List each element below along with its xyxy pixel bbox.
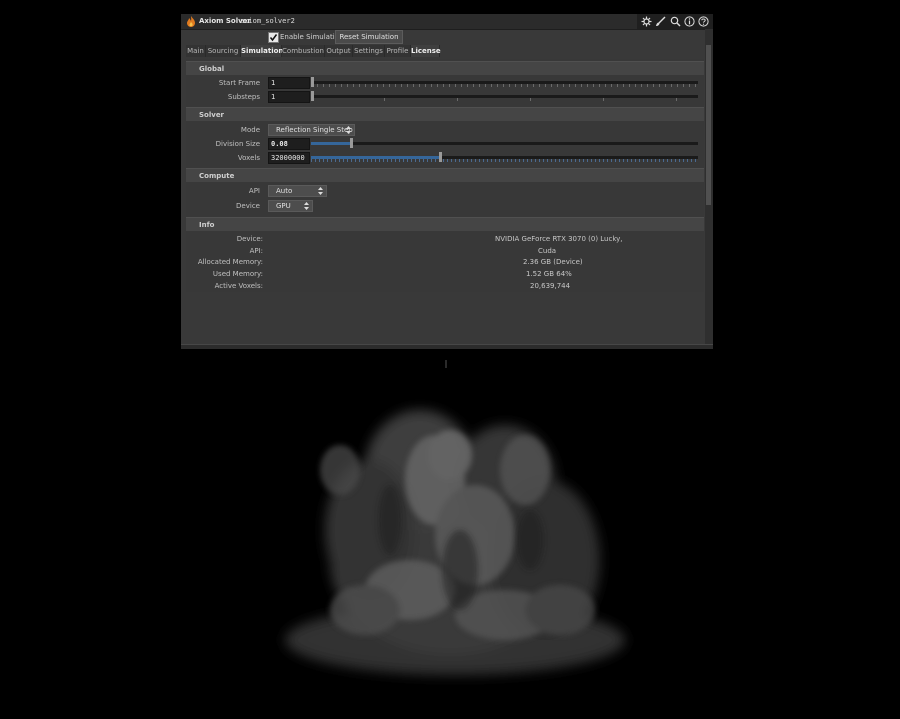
mode-dropdown[interactable]: Reflection Single Step bbox=[268, 124, 355, 136]
slider-ticks bbox=[311, 159, 698, 162]
substeps-field[interactable]: 1 bbox=[268, 91, 310, 103]
tab-main[interactable]: Main bbox=[186, 45, 206, 57]
slider-ticks bbox=[311, 98, 698, 101]
solver-section-header[interactable]: Solver bbox=[186, 107, 704, 121]
solver-section-title: Solver bbox=[199, 111, 225, 119]
gear-icon[interactable] bbox=[641, 16, 652, 27]
tab-combustion[interactable]: Combustion bbox=[282, 45, 325, 57]
api-value: Auto bbox=[276, 187, 293, 195]
reset-simulation-button[interactable]: Reset Simulation bbox=[335, 30, 403, 44]
device-dropdown[interactable]: GPU bbox=[268, 200, 313, 212]
updown-arrows-icon bbox=[318, 187, 323, 195]
node-name-field[interactable]: axiom_solver2 bbox=[240, 17, 295, 25]
voxels-field[interactable]: 32000000 bbox=[268, 152, 310, 164]
flame-icon bbox=[187, 16, 195, 27]
global-section-title: Global bbox=[199, 65, 225, 73]
slider-handle[interactable] bbox=[311, 91, 314, 101]
api-dropdown[interactable]: Auto bbox=[268, 185, 327, 197]
compute-section-header[interactable]: Compute bbox=[186, 168, 704, 182]
slider-track bbox=[311, 142, 698, 145]
start-frame-field[interactable]: 1 bbox=[268, 77, 310, 89]
brush-icon[interactable] bbox=[655, 16, 666, 27]
updown-arrows-icon bbox=[304, 202, 309, 210]
tab-license[interactable]: License bbox=[411, 45, 441, 57]
info-active-voxels-label: Active Voxels: bbox=[214, 282, 263, 290]
voxels-label: Voxels bbox=[237, 154, 260, 162]
toolbar-icons bbox=[637, 14, 713, 29]
scrollbar-thumb[interactable] bbox=[706, 45, 711, 205]
info-api-value: Cuda bbox=[538, 247, 557, 255]
substeps-label: Substeps bbox=[227, 93, 260, 101]
panel-resize-strip[interactable] bbox=[181, 344, 713, 349]
info-api-label: API: bbox=[249, 247, 263, 255]
slider-fill bbox=[311, 142, 350, 145]
vertical-scrollbar[interactable] bbox=[705, 29, 713, 348]
mode-value: Reflection Single Step bbox=[276, 126, 353, 134]
compute-section-title: Compute bbox=[199, 172, 235, 180]
info-used-memory-label: Used Memory: bbox=[212, 270, 263, 278]
tab-output[interactable]: Output bbox=[325, 45, 353, 57]
info-active-voxels-value: 20,639,744 bbox=[530, 282, 571, 290]
checkmark-icon bbox=[269, 34, 278, 42]
slider-handle[interactable] bbox=[350, 138, 353, 148]
parameter-pane: Global Start Frame 1 Substeps 1 Solver M… bbox=[186, 59, 704, 292]
info-device-label: Device: bbox=[236, 235, 263, 243]
slider-ticks bbox=[311, 84, 698, 87]
enable-simulation-checkbox[interactable] bbox=[268, 32, 279, 43]
info-section-header[interactable]: Info bbox=[186, 217, 704, 231]
updown-arrows-icon bbox=[346, 126, 351, 134]
axiom-solver-panel: Axiom Solver axiom_solver2 Enable Simula… bbox=[181, 14, 713, 349]
search-icon[interactable] bbox=[670, 16, 681, 27]
title-bar: Axiom Solver axiom_solver2 bbox=[181, 14, 713, 30]
start-frame-slider[interactable] bbox=[311, 77, 698, 87]
tab-settings[interactable]: Settings bbox=[353, 45, 385, 57]
device-label: Device bbox=[236, 202, 260, 210]
info-device-value: NVIDIA GeForce RTX 3070 (0) Lucky, bbox=[495, 235, 623, 243]
smoke-simulation-render bbox=[285, 360, 625, 675]
slider-handle[interactable] bbox=[311, 77, 314, 87]
slider-handle[interactable] bbox=[439, 152, 442, 162]
substeps-slider[interactable] bbox=[311, 91, 698, 101]
api-label: API bbox=[248, 187, 260, 195]
division-size-field[interactable]: 0.08 bbox=[268, 138, 310, 150]
voxels-slider[interactable] bbox=[311, 152, 698, 162]
division-size-label: Division Size bbox=[215, 140, 260, 148]
tab-simulation[interactable]: Simulation bbox=[241, 45, 283, 57]
info-allocated-memory-value: 2.36 GB (Device) bbox=[523, 258, 583, 266]
help-icon[interactable] bbox=[698, 16, 709, 27]
info-icon[interactable] bbox=[684, 16, 695, 27]
info-allocated-memory-label: Allocated Memory: bbox=[197, 258, 263, 266]
global-section-header[interactable]: Global bbox=[186, 61, 704, 75]
mode-label: Mode bbox=[240, 126, 260, 134]
enable-simulation-label: Enable Simulation bbox=[280, 33, 344, 41]
start-frame-label: Start Frame bbox=[218, 79, 260, 87]
tab-sourcing[interactable]: Sourcing bbox=[206, 45, 241, 57]
division-size-slider[interactable] bbox=[311, 138, 698, 148]
info-used-memory-value: 1.52 GB 64% bbox=[526, 270, 572, 278]
info-section-title: Info bbox=[199, 221, 215, 229]
device-value: GPU bbox=[276, 202, 291, 210]
tab-profile[interactable]: Profile bbox=[385, 45, 411, 57]
